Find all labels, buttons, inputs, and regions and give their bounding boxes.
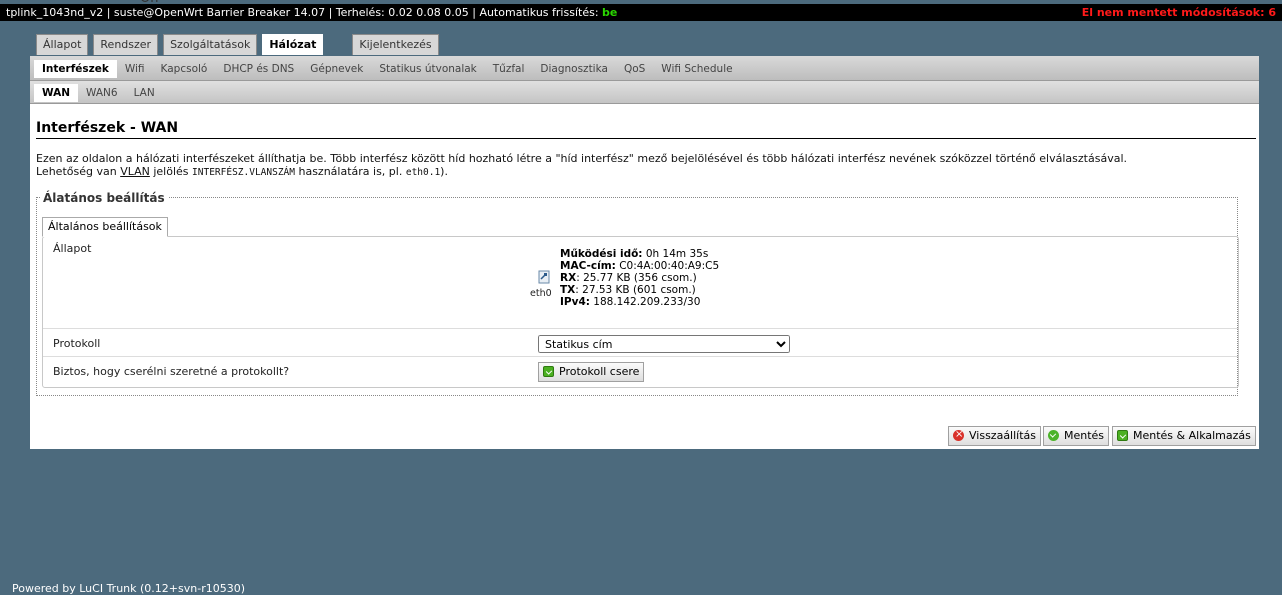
nav-wifi[interactable]: Wifi <box>117 60 153 78</box>
rx-label: RX <box>560 272 577 284</box>
nav-wifi-schedule[interactable]: Wifi Schedule <box>653 60 740 78</box>
vlan-example-code: eth0.1 <box>405 167 441 178</box>
tx-value: : 27.53 KB (601 csom.) <box>575 284 696 296</box>
apply-icon <box>543 366 554 377</box>
iface-tab-wan6[interactable]: WAN6 <box>78 84 126 102</box>
ipv4-value: 188.142.209.233/30 <box>593 296 701 308</box>
nav-dhcp-dns[interactable]: DHCP és DNS <box>215 60 302 78</box>
footer-powered-by: Powered by LuCI Trunk (0.12+svn-r10530) <box>12 582 246 595</box>
vlan-abbr: VLAN <box>120 165 150 178</box>
tx-label: TX <box>560 284 576 296</box>
uptime-label: Működési idő: <box>560 248 643 260</box>
tab-system[interactable]: Rendszer <box>93 34 159 55</box>
protocol-row: Protokoll Statikus cím <box>43 329 1238 357</box>
user-info: suste@OpenWrt Barrier Breaker 14.07 <box>113 6 326 19</box>
device-name: eth0 <box>530 288 552 299</box>
main-menu: Állapot Rendszer Szolgáltatások Hálózat … <box>36 34 444 56</box>
refresh-toggle[interactable]: be <box>602 6 617 19</box>
hostname: tplink_1043nd_v2 <box>6 6 104 19</box>
save-button[interactable]: Mentés <box>1043 426 1110 446</box>
mac-label: MAC-cím: <box>560 260 616 272</box>
save-apply-button[interactable]: Mentés & Alkalmazás <box>1112 426 1256 446</box>
save-label: Mentés <box>1064 429 1105 442</box>
page-description: Ezen az oldalon a hálózati interfészeket… <box>36 152 1258 179</box>
form-actions: Visszaállítás Mentés Mentés & Alkalmazás <box>30 426 1259 446</box>
nav-qos[interactable]: QoS <box>616 60 653 78</box>
tab-network[interactable]: Hálózat <box>262 34 324 55</box>
tab-logout[interactable]: Kijelentkezés <box>352 34 439 55</box>
save-icon <box>1048 430 1059 441</box>
ethernet-port-icon <box>538 270 550 284</box>
description-text-b: jelölés <box>149 165 193 178</box>
settings-section: Állapot eth0 Működési idő: 0h 14m 35s MA… <box>42 236 1239 388</box>
unsaved-changes-link[interactable]: El nem mentett módosítások: 6 <box>1082 4 1276 21</box>
uptime-value: 0h 14m 35s <box>645 248 709 260</box>
status-label: Állapot <box>53 242 92 255</box>
description-text-a: Lehetőség van <box>36 165 121 178</box>
description-text-d: ). <box>440 165 448 178</box>
mac-value: C0:4A:00:40:A9:C5 <box>619 260 720 272</box>
interface-info: Működési idő: 0h 14m 35s MAC-cím: C0:4A:… <box>560 248 719 308</box>
nav-interfaces[interactable]: Interfészek <box>34 60 117 78</box>
page-title: Interfészek - WAN <box>36 120 1256 139</box>
content-panel: Interfészek Wifi Kapcsoló DHCP és DNS Gé… <box>30 56 1259 449</box>
nav-switch[interactable]: Kapcsoló <box>153 60 216 78</box>
nav-firewall[interactable]: Tűzfal <box>485 60 533 78</box>
protocol-swap-label: Protokoll csere <box>559 365 640 378</box>
reset-button[interactable]: Visszaállítás <box>948 426 1042 446</box>
reset-label: Visszaállítás <box>969 429 1037 442</box>
description-line-1: Ezen az oldalon a hálózati interfészeket… <box>36 152 1127 165</box>
refresh-label: Automatikus frissítés: <box>479 6 599 19</box>
apply-icon <box>1117 430 1128 441</box>
iface-tab-wan[interactable]: WAN <box>34 84 79 102</box>
fieldset-legend: Álatános beállítás <box>40 191 168 205</box>
load-info: Terhelés: 0.02 0.08 0.05 <box>335 6 469 19</box>
protocol-select[interactable]: Statikus cím <box>538 335 790 353</box>
confirm-row: Biztos, hogy cserélni szeretné a protoko… <box>43 357 1238 387</box>
confirm-label: Biztos, hogy cserélni szeretné a protoko… <box>53 365 290 378</box>
network-submenu: Interfészek Wifi Kapcsoló DHCP és DNS Gé… <box>30 56 1259 81</box>
reset-icon <box>953 430 964 441</box>
nav-hostnames[interactable]: Gépnevek <box>302 60 371 78</box>
protocol-swap-button[interactable]: Protokoll csere <box>538 362 645 382</box>
vlan-syntax-code: INTERFÉSZ.VLANSZÁM <box>192 167 295 178</box>
ipv4-label: IPv4: <box>560 296 590 308</box>
tab-services[interactable]: Szolgáltatások <box>163 34 258 55</box>
status-bar: tplink_1043nd_v2 | suste@OpenWrt Barrier… <box>0 4 1282 21</box>
description-text-c: használatára is, pl. <box>294 165 406 178</box>
nav-diagnostics[interactable]: Diagnosztika <box>532 60 616 78</box>
rx-value: : 25.77 KB (356 csom.) <box>576 272 697 284</box>
nav-static-routes[interactable]: Statikus útvonalak <box>371 60 484 78</box>
iface-tab-lan[interactable]: LAN <box>126 84 163 102</box>
tab-status[interactable]: Állapot <box>36 34 89 55</box>
status-row: Állapot eth0 Működési idő: 0h 14m 35s MA… <box>43 237 1238 329</box>
tab-general-settings[interactable]: Általános beállítások <box>42 217 168 237</box>
protocol-label: Protokoll <box>53 337 101 350</box>
save-apply-label: Mentés & Alkalmazás <box>1133 429 1251 442</box>
interface-tabs: WAN WAN6 LAN <box>30 81 1259 104</box>
